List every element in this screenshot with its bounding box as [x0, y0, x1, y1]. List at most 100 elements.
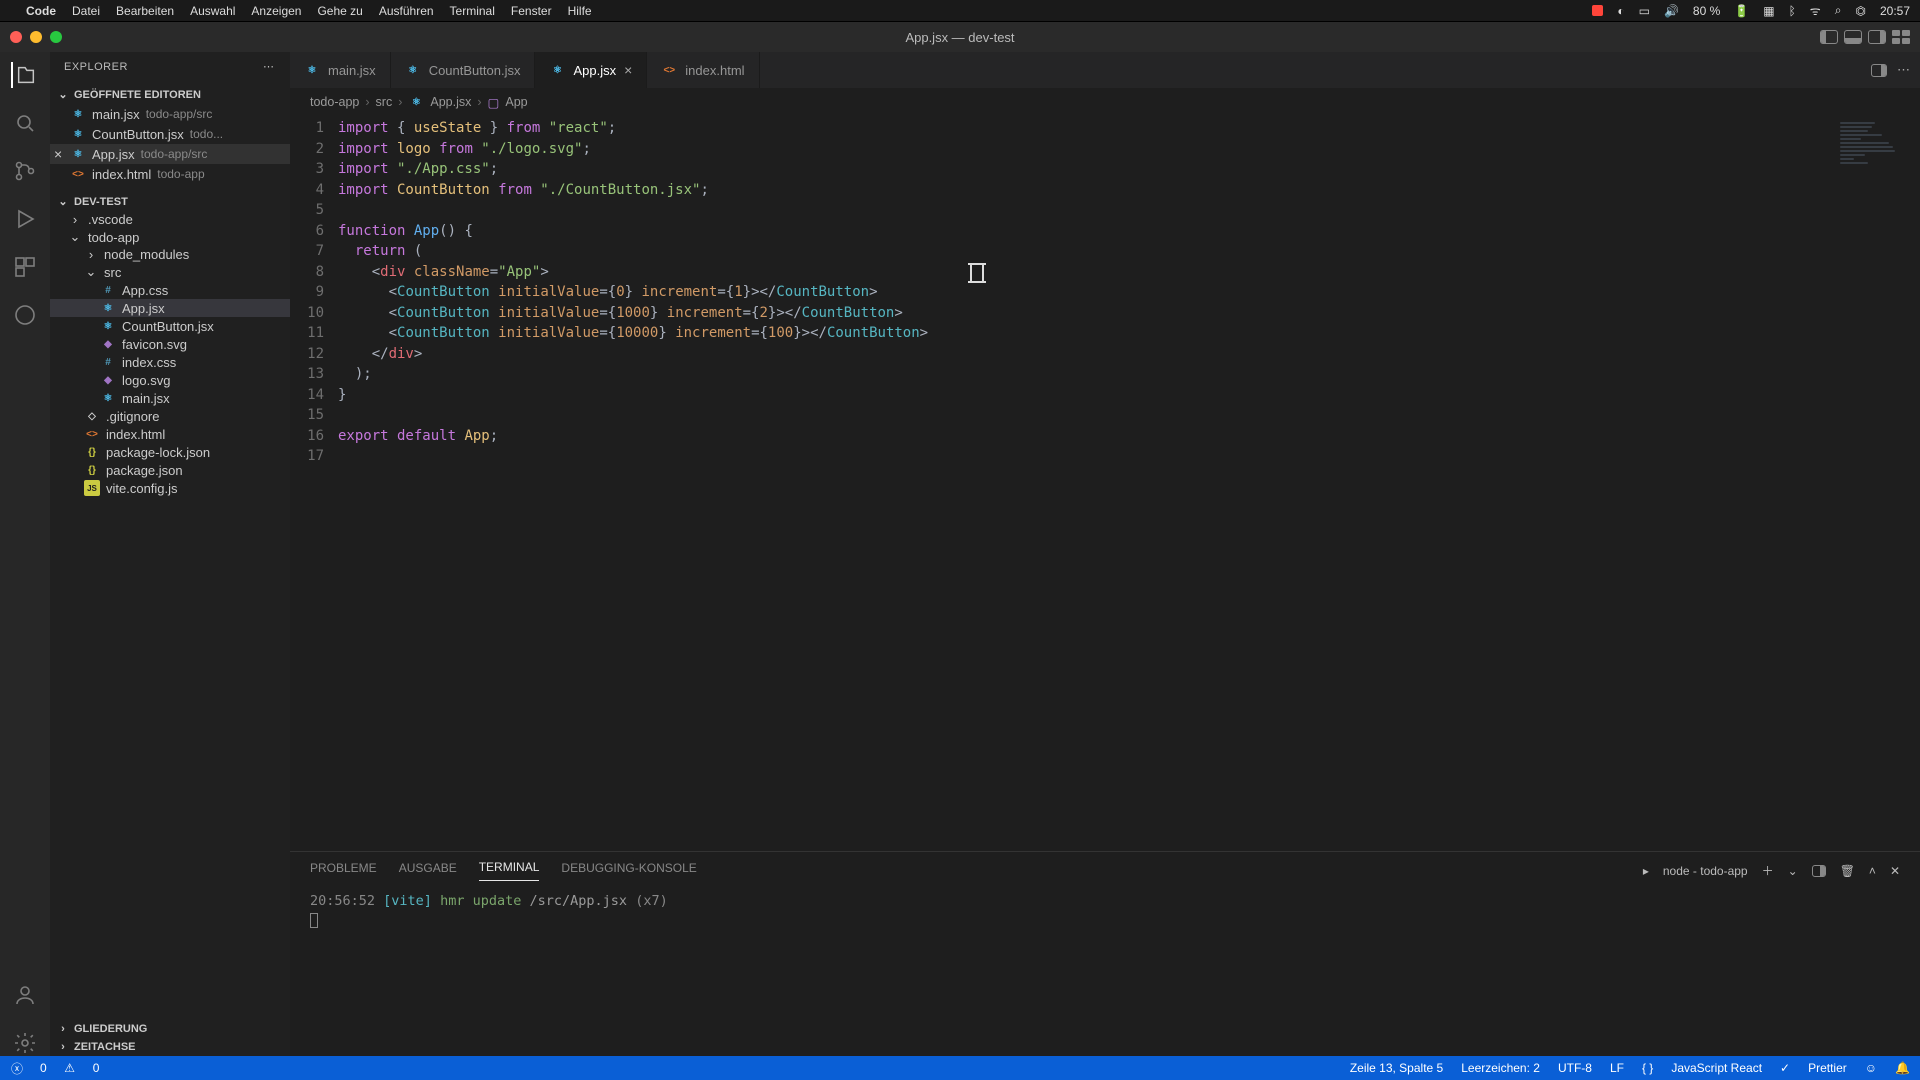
open-editor-item[interactable]: ⚛main.jsxtodo-app/src [50, 104, 290, 124]
file-item[interactable]: ◆favicon.svg [50, 335, 290, 353]
menu-view[interactable]: Anzeigen [251, 4, 301, 18]
split-editor-icon[interactable] [1871, 64, 1887, 77]
terminal-task-label[interactable]: node - todo-app [1663, 864, 1748, 878]
status-warning-count[interactable]: 0 [93, 1061, 100, 1075]
display-icon[interactable]: ▭ [1639, 4, 1650, 18]
menu-file[interactable]: Datei [72, 4, 100, 18]
file-item[interactable]: #index.css [50, 353, 290, 371]
menu-help[interactable]: Hilfe [568, 4, 592, 18]
app-name[interactable]: Code [26, 4, 56, 18]
terminal-dropdown-icon[interactable]: ⌄ [1788, 864, 1798, 878]
editor-tab[interactable]: <>index.html [647, 52, 759, 88]
file-item[interactable]: ◆logo.svg [50, 371, 290, 389]
folder-item[interactable]: ⌄src [50, 263, 290, 281]
panel-tab-problems[interactable]: PROBLEME [310, 861, 377, 881]
split-terminal-icon[interactable] [1812, 865, 1826, 877]
status-bell-icon[interactable]: 🔔 [1895, 1061, 1910, 1075]
explorer-more-icon[interactable]: ⋯ [263, 60, 276, 73]
panel-maximize-icon[interactable]: ˄ [1869, 864, 1876, 878]
tray-icon-2[interactable]: ▦ [1763, 4, 1774, 18]
file-item[interactable]: {}package-lock.json [50, 443, 290, 461]
settings-gear-icon[interactable] [12, 1030, 38, 1056]
status-indent[interactable]: Leerzeichen: 2 [1461, 1061, 1540, 1075]
code-editor[interactable]: 1234567891011121314151617 import { useSt… [290, 116, 1920, 851]
open-editor-item[interactable]: <>index.htmltodo-app [50, 164, 290, 184]
folder-item[interactable]: ›node_modules [50, 246, 290, 263]
panel-close-icon[interactable]: ✕ [1890, 864, 1900, 878]
explorer-icon[interactable] [11, 62, 37, 88]
tab-more-icon[interactable]: ⋯ [1897, 62, 1910, 78]
kill-terminal-icon[interactable]: 🗑 [1840, 864, 1855, 878]
new-terminal-icon[interactable]: ＋ [1762, 862, 1774, 879]
editor-tab[interactable]: ⚛main.jsx [290, 52, 391, 88]
file-item[interactable]: ⚛App.jsx [50, 299, 290, 317]
editor-tab[interactable]: ⚛App.jsx× [535, 52, 647, 88]
folder-item[interactable]: ⌄todo-app [50, 228, 290, 246]
file-item[interactable]: ◇.gitignore [50, 407, 290, 425]
bluetooth-icon[interactable]: ᛒ [1789, 4, 1796, 18]
remote-icon[interactable] [12, 302, 38, 328]
minimize-window-button[interactable] [30, 31, 42, 43]
file-item[interactable]: JSvite.config.js [50, 479, 290, 497]
fullscreen-window-button[interactable] [50, 31, 62, 43]
source-control-icon[interactable] [12, 158, 38, 184]
react-icon: ⚛ [549, 62, 565, 78]
react-icon: ⚛ [70, 106, 86, 122]
battery-icon[interactable]: 🔋 [1734, 4, 1749, 18]
recording-icon[interactable] [1592, 5, 1603, 16]
menu-edit[interactable]: Bearbeiten [116, 4, 174, 18]
open-editor-item[interactable]: ×⚛App.jsxtodo-app/src [50, 144, 290, 164]
toggle-panel-icon[interactable] [1844, 30, 1862, 44]
file-item[interactable]: ⚛main.jsx [50, 389, 290, 407]
close-window-button[interactable] [10, 31, 22, 43]
menu-goto[interactable]: Gehe zu [317, 4, 362, 18]
status-error-icon[interactable]: ⓧ [10, 1061, 24, 1075]
status-eol[interactable]: LF [1610, 1061, 1624, 1075]
tray-icon[interactable]: ◐ [1617, 4, 1624, 18]
status-language[interactable]: JavaScript React [1671, 1061, 1762, 1075]
volume-icon[interactable]: 🔊 [1664, 4, 1679, 18]
file-item[interactable]: ⚛CountButton.jsx [50, 317, 290, 335]
search-icon[interactable] [12, 110, 38, 136]
folder-item[interactable]: ›.vscode [50, 211, 290, 228]
terminal[interactable]: 20:56:52 [vite] hmr update /src/App.jsx … [290, 881, 1920, 1056]
chevron-right-icon: › [84, 247, 98, 262]
layout-grid-icon[interactable] [1892, 30, 1910, 44]
wifi-icon[interactable]: ᯤ [1810, 2, 1821, 19]
menu-run[interactable]: Ausführen [379, 4, 434, 18]
toggle-sidebar-icon[interactable] [1820, 30, 1838, 44]
status-cursor-pos[interactable]: Zeile 13, Spalte 5 [1350, 1061, 1443, 1075]
outline-section[interactable]: › GLIEDERUNG [50, 1020, 290, 1038]
panel-tab-debug[interactable]: DEBUGGING-KONSOLE [561, 861, 696, 881]
status-warning-icon[interactable]: ⚠ [63, 1061, 77, 1075]
open-editors-section[interactable]: ⌄ GEÖFFNETE EDITOREN [50, 85, 290, 104]
panel-tab-output[interactable]: AUSGABE [399, 861, 457, 881]
status-prettier[interactable]: Prettier [1808, 1061, 1847, 1075]
open-editor-item[interactable]: ⚛CountButton.jsxtodo... [50, 124, 290, 144]
close-tab-icon[interactable]: × [624, 62, 632, 78]
run-debug-icon[interactable] [12, 206, 38, 232]
menu-window[interactable]: Fenster [511, 4, 552, 18]
menu-terminal[interactable]: Terminal [450, 4, 495, 18]
file-item[interactable]: <>index.html [50, 425, 290, 443]
status-error-count[interactable]: 0 [40, 1061, 47, 1075]
status-encoding[interactable]: UTF-8 [1558, 1061, 1592, 1075]
json-icon: {} [84, 462, 100, 478]
clock[interactable]: 20:57 [1880, 4, 1910, 18]
toggle-secondary-sidebar-icon[interactable] [1868, 30, 1886, 44]
spotlight-icon[interactable]: ⌕ [1835, 3, 1842, 18]
breadcrumb[interactable]: todo-app› src› ⚛ App.jsx› ▢ App [290, 88, 1920, 116]
timeline-section[interactable]: › ZEITACHSE [50, 1038, 290, 1056]
control-center-icon[interactable]: ⏣ [1855, 4, 1865, 18]
editor-tab[interactable]: ⚛CountButton.jsx [391, 52, 536, 88]
close-icon[interactable]: × [54, 146, 62, 162]
account-icon[interactable] [12, 982, 38, 1008]
file-item[interactable]: {}package.json [50, 461, 290, 479]
file-item[interactable]: #App.css [50, 281, 290, 299]
minimap[interactable] [1840, 122, 1910, 182]
status-feedback-icon[interactable]: ☺ [1865, 1061, 1877, 1075]
extensions-icon[interactable] [12, 254, 38, 280]
menu-select[interactable]: Auswahl [190, 4, 235, 18]
panel-tab-terminal[interactable]: TERMINAL [479, 860, 540, 881]
project-section[interactable]: ⌄ DEV-TEST [50, 192, 290, 211]
